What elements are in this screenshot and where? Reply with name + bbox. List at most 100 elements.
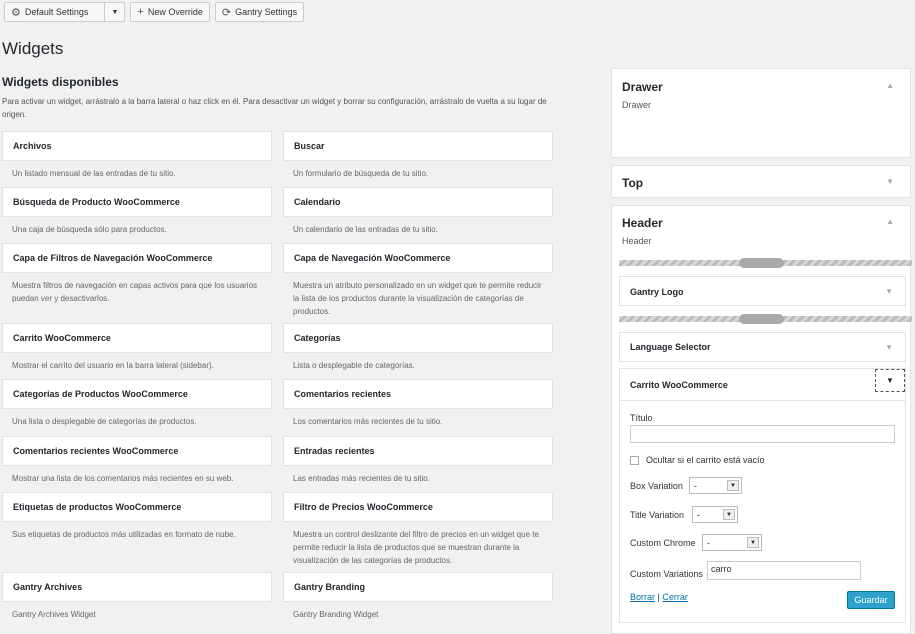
titulo-input[interactable] [630,425,895,443]
header-area: Header ▲ Header Gantry Logo ▼ Language S… [611,205,912,634]
widget-title[interactable]: Búsqueda de Producto WooCommerce [2,187,272,217]
available-widgets-heading: Widgets disponibles [2,75,119,89]
available-widgets-description: Para activar un widget, arrástralo a la … [2,97,547,119]
widget-description: Una caja de búsqueda sólo para productos… [12,225,167,234]
widget-description: Mostrar una lista de los comentarios más… [12,474,234,483]
sidebar-widget-carrito[interactable]: Carrito WooCommerce ▼ [619,368,906,401]
gantry-settings-label: Gantry Settings [235,7,298,17]
widget-description: Muestra filtros de navegación en capas a… [12,281,258,303]
page-title: Widgets [2,39,64,58]
chevron-down-icon[interactable]: ▼ [875,369,905,392]
widget-item[interactable]: Comentarios recientes WooCommerce Mostrar… [2,436,272,485]
resize-handle[interactable] [619,314,912,324]
gantry-settings-button[interactable]: ⟳ Gantry Settings [214,2,305,22]
widget-item[interactable]: Categorías Lista o desplegable de categor… [283,323,553,372]
link-separator: | [657,592,660,602]
resize-handle[interactable] [619,258,912,268]
sidebar-widget-title: Language Selector [630,342,711,352]
widget-title[interactable]: Carrito WooCommerce [2,323,272,353]
drawer-title: Drawer [622,80,663,94]
drawer-area[interactable]: Drawer ▲ Drawer [611,68,911,158]
widget-title[interactable]: Archivos [2,131,272,161]
widget-title[interactable]: Entradas recientes [283,436,553,466]
widget-title[interactable]: Comentarios recientes WooCommerce [2,436,272,466]
chevron-down-icon[interactable]: ▼ [885,343,893,352]
widget-description: Mostrar el carrito del usuario en la bar… [12,361,214,370]
chevron-down-icon: ▼ [747,537,759,548]
chevron-down-icon: ▼ [727,480,739,491]
chevron-down-icon[interactable]: ▼ [885,287,893,296]
widget-description: Muestra un control deslizante del filtro… [293,530,539,565]
toolbar: ⚙ Default Settings ▼ + New Override ⟳ Ga… [4,2,305,22]
new-override-button[interactable]: + New Override [130,2,210,22]
chevron-down-icon[interactable]: ▼ [104,3,124,21]
hide-empty-checkbox[interactable] [630,456,639,465]
chevron-down-icon: ▼ [723,509,735,520]
sidebar-widget-gantry-logo[interactable]: Gantry Logo ▼ [619,276,906,306]
box-variation-select[interactable]: - ▼ [689,477,742,494]
title-variation-label: Title Variation [630,510,685,520]
resize-knob[interactable] [739,314,784,324]
widget-title[interactable]: Calendario [283,187,553,217]
widget-title[interactable]: Categorías [283,323,553,353]
sidebar-widget-title: Gantry Logo [630,287,684,297]
widget-title[interactable]: Gantry Archives [2,572,272,602]
widget-title[interactable]: Buscar [283,131,553,161]
chevron-up-icon[interactable]: ▲ [886,81,894,90]
custom-chrome-label: Custom Chrome [630,538,696,548]
widget-item[interactable]: Comentarios recientes Los comentarios más… [283,379,553,428]
plus-icon: + [137,6,144,18]
widget-item[interactable]: Buscar Un formulario de búsqueda de tu si… [283,131,553,180]
widget-item[interactable]: Gantry Branding Gantry Branding Widget [283,572,553,621]
top-area[interactable]: Top ▼ [611,165,911,198]
widget-title[interactable]: Categorías de Productos WooCommerce [2,379,272,409]
widget-item[interactable]: Archivos Un listado mensual de las entrad… [2,131,272,180]
default-settings-label: Default Settings [24,7,89,17]
widget-item[interactable]: Capa de Navegación WooCommerce Muestra un… [283,243,553,318]
widget-title[interactable]: Etiquetas de productos WooCommerce [2,492,272,522]
guardar-button[interactable]: Guardar [847,591,895,609]
widget-description: Una lista o desplegable de categorías de… [12,417,197,426]
title-variation-select[interactable]: - ▼ [692,506,738,523]
custom-chrome-value: - [707,537,710,548]
widget-description: Gantry Branding Widget [293,610,379,619]
cerrar-link[interactable]: Cerrar [662,592,688,602]
widget-description: Un formulario de búsqueda de tu sitio. [293,169,429,178]
refresh-icon: ⟳ [221,6,232,19]
custom-variations-input[interactable]: carro [707,561,861,580]
custom-variations-label: Custom Variations [630,569,703,579]
widget-description: Las entradas más recientes de tu sitio. [293,474,430,483]
gear-icon: ⚙ [11,6,21,19]
widget-item[interactable]: Etiquetas de productos WooCommerce Sus et… [2,492,272,541]
widget-item[interactable]: Capa de Filtros de Navegación WooCommerc… [2,243,272,305]
chevron-up-icon[interactable]: ▲ [886,217,894,226]
custom-chrome-select[interactable]: - ▼ [702,534,762,551]
hide-empty-label: Ocultar si el carrito está vacío [646,455,765,465]
chevron-down-icon[interactable]: ▼ [886,177,894,186]
widget-item[interactable]: Gantry Archives Gantry Archives Widget [2,572,272,621]
sidebar-widget-language-selector[interactable]: Language Selector ▼ [619,332,906,362]
box-variation-value: - [694,480,697,491]
widget-item[interactable]: Búsqueda de Producto WooCommerce Una caja… [2,187,272,236]
widget-item[interactable]: Calendario Un calendario de las entradas … [283,187,553,236]
borrar-link[interactable]: Borrar [630,592,655,602]
resize-knob[interactable] [739,258,784,268]
sidebar-widget-title: Carrito WooCommerce [630,380,728,390]
widget-title[interactable]: Comentarios recientes [283,379,553,409]
drawer-description: Drawer [622,100,652,110]
default-settings-dropdown[interactable]: ⚙ Default Settings ▼ [4,2,126,22]
widget-title[interactable]: Capa de Navegación WooCommerce [283,243,553,273]
widget-item[interactable]: Entradas recientes Las entradas más recie… [283,436,553,485]
titulo-label: Título [630,413,653,423]
form-actions: Borrar | Cerrar [630,592,688,602]
header-description: Header [622,236,652,246]
widget-item[interactable]: Filtro de Precios WooCommerce Muestra un … [283,492,553,567]
title-variation-value: - [697,509,700,520]
widget-item[interactable]: Categorías de Productos WooCommerce Una l… [2,379,272,428]
widget-item[interactable]: Carrito WooCommerce Mostrar el carrito de… [2,323,272,372]
widget-title[interactable]: Gantry Branding [283,572,553,602]
widget-title[interactable]: Filtro de Precios WooCommerce [283,492,553,522]
widget-description: Muestra un atributo personalizado en un … [293,281,542,316]
box-variation-label: Box Variation [630,481,683,491]
widget-title[interactable]: Capa de Filtros de Navegación WooCommerc… [2,243,272,273]
